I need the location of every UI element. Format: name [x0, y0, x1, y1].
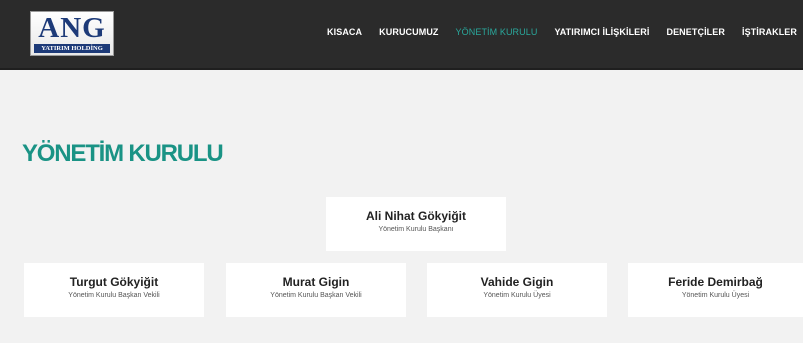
nav-item-yatirimci-iliskileri[interactable]: YATIRIMCI İLİŞKİLERİ [554, 27, 649, 37]
nav-item-istirakler[interactable]: İŞTİRAKLER [742, 27, 797, 37]
member-name: Turgut Gökyiğit [69, 275, 159, 289]
board-member-card-chair: Ali Nihat Gökyiğit Yönetim Kurulu Başkan… [326, 197, 506, 251]
nav-item-kurucumuz[interactable]: KURUCUMUZ [379, 27, 438, 37]
member-name: Vahide Gigin [480, 275, 554, 289]
logo-subtitle: YATIRIM HOLDİNG [34, 44, 110, 53]
ang-logo[interactable]: ANG YATIRIM HOLDİNG [30, 11, 114, 56]
member-role: Yönetim Kurulu Başkanı [378, 226, 454, 233]
board-member-card: Turgut Gökyiğit Yönetim Kurulu Başkan Ve… [24, 263, 204, 317]
nav-item-denetciler[interactable]: DENETÇİLER [666, 27, 725, 37]
member-role: Yönetim Kurulu Üyesi [483, 292, 551, 299]
member-name: Feride Demirbağ [668, 275, 763, 289]
nav-item-yonetim-kurulu[interactable]: YÖNETİM KURULU [456, 27, 538, 37]
member-role: Yönetim Kurulu Üyesi [681, 292, 750, 299]
board-member-card: Feride Demirbağ Yönetim Kurulu Üyesi [628, 263, 803, 317]
main-menu: KISACA KURUCUMUZ YÖNETİM KURULU YATIRIMC… [310, 27, 797, 37]
board-member-card: Murat Gigin Yönetim Kurulu Başkan Vekili [226, 263, 406, 317]
board-member-card: Vahide Gigin Yönetim Kurulu Üyesi [427, 263, 607, 317]
top-navigation-bar: ANG YATIRIM HOLDİNG KISACA KURUCUMUZ YÖN… [0, 0, 803, 70]
member-name: Ali Nihat Gökyiğit [365, 209, 466, 223]
member-role: Yönetim Kurulu Başkan Vekili [270, 292, 362, 299]
logo-wordmark: ANG [38, 12, 106, 44]
member-role: Yönetim Kurulu Başkan Vekili [68, 292, 160, 299]
page-title: YÖNETİM KURULU [22, 140, 224, 167]
member-name: Murat Gigin [282, 275, 350, 289]
nav-item-kisaca[interactable]: KISACA [327, 27, 362, 37]
